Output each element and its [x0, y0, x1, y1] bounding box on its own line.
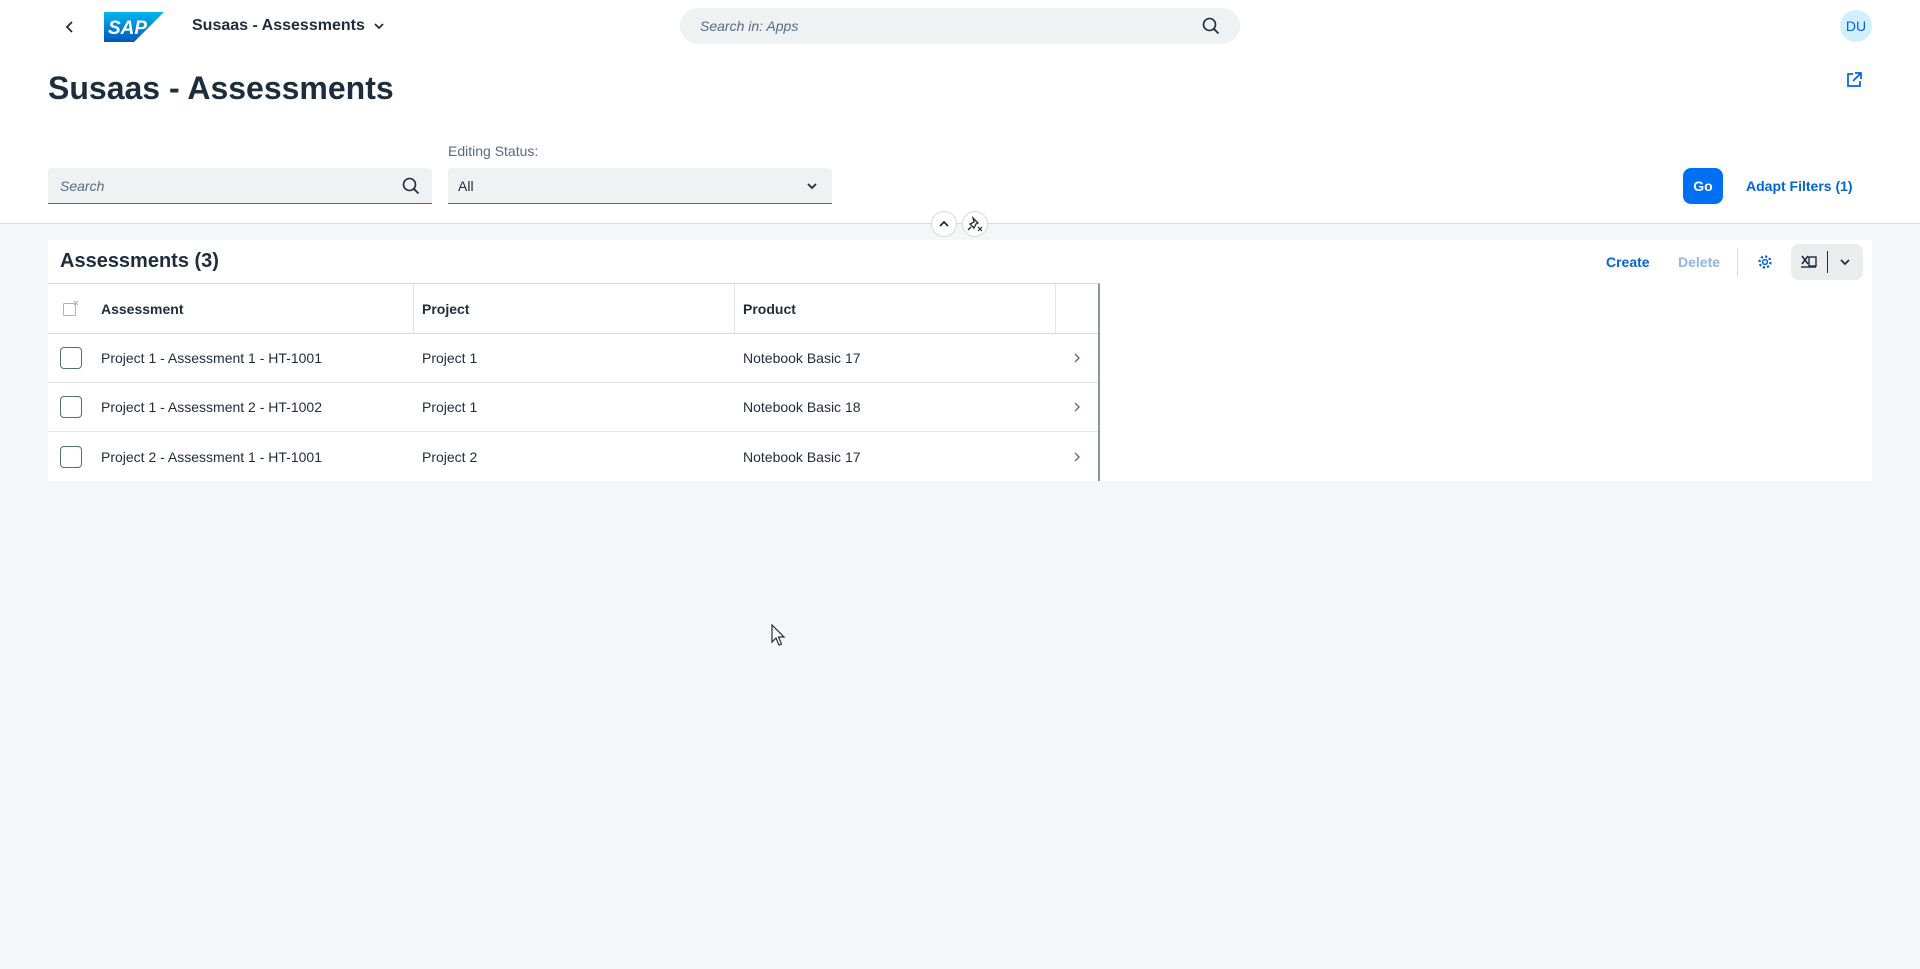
cell-product: Notebook Basic 17 [743, 448, 861, 465]
page-title: Susaas - Assessments [48, 70, 394, 106]
filter-search [48, 168, 432, 204]
chevron-down-icon [807, 182, 817, 189]
table-settings-button[interactable] [1749, 246, 1781, 278]
back-icon [65, 21, 73, 33]
app-title: Susaas - Assessments [192, 17, 365, 34]
delete-button[interactable]: Delete [1670, 246, 1728, 278]
row-select-cell [48, 383, 93, 431]
collapse-icon [939, 220, 949, 227]
table-row[interactable]: Project 1 - Assessment 2 - HT-1002 Proje… [48, 383, 1098, 432]
row-select-cell [48, 432, 93, 481]
cell-product: Notebook Basic 17 [743, 350, 861, 366]
filter-search-input[interactable] [60, 177, 402, 194]
sap-logo-text: SAP [108, 18, 147, 39]
assessments-table-panel: Assessments (3) Create Delete Assessment… [48, 240, 1872, 481]
cell-assessment: Project 1 - Assessment 1 - HT-1001 [101, 350, 322, 366]
cell-project: Project 2 [422, 448, 478, 465]
export-button[interactable] [1791, 244, 1827, 280]
toolbar-separator [1737, 248, 1738, 276]
navigation-arrow-icon [1074, 402, 1080, 412]
excel-export-icon [1800, 255, 1817, 268]
share-button[interactable] [1842, 68, 1866, 92]
export-split-button [1791, 244, 1863, 280]
chevron-down-icon [374, 23, 384, 30]
editing-status-label: Editing Status: [448, 143, 539, 159]
mouse-cursor-icon [771, 624, 786, 646]
table-row[interactable]: Project 2 - Assessment 1 - HT-1001 Proje… [48, 432, 1098, 481]
collapse-header-button[interactable] [931, 211, 957, 237]
cell-assessment: Project 2 - Assessment 1 - HT-1001 [101, 448, 322, 465]
assessments-table: Assessment Project Product Project 1 - A… [48, 283, 1100, 481]
table-title: Assessments (3) [60, 250, 219, 272]
row-select-cell [48, 334, 93, 382]
pin-icon [967, 216, 983, 232]
adapt-filters-button[interactable]: Adapt Filters (1) [1736, 168, 1863, 204]
shell-bar: SAP Susaas - Assessments DU [0, 0, 1920, 52]
navigation-arrow-icon [1074, 353, 1080, 363]
cell-project: Project 1 [422, 350, 478, 366]
create-button[interactable]: Create [1598, 246, 1658, 278]
search-icon[interactable] [1202, 17, 1220, 35]
go-button[interactable]: Go [1683, 168, 1723, 204]
row-navigation[interactable] [1056, 383, 1098, 431]
sap-logo: SAP [104, 12, 164, 42]
row-checkbox[interactable] [59, 347, 82, 369]
row-checkbox[interactable] [59, 396, 82, 418]
shell-search [680, 8, 1240, 44]
search-icon[interactable] [402, 177, 420, 195]
select-all-cell[interactable] [48, 284, 93, 333]
editing-status-value: All [458, 177, 474, 194]
share-icon [1847, 72, 1862, 87]
chevron-down-icon [1840, 259, 1850, 266]
settings-icon [1758, 255, 1772, 269]
table-header: Assessment Project Product [48, 284, 1098, 334]
column-header-product[interactable]: Product [735, 284, 1056, 333]
user-avatar[interactable]: DU [1840, 10, 1872, 42]
back-button[interactable] [56, 13, 84, 41]
row-checkbox[interactable] [59, 445, 82, 468]
column-header-project[interactable]: Project [414, 284, 735, 333]
row-navigation[interactable] [1056, 334, 1098, 382]
column-header-assessment[interactable]: Assessment [93, 284, 414, 333]
page-header: Susaas - Assessments Editing Status: All… [0, 52, 1920, 224]
pin-header-button[interactable] [962, 211, 988, 237]
editing-status-select[interactable]: All [448, 168, 832, 204]
navigation-arrow-icon [1074, 452, 1080, 461]
app-title-menu[interactable]: Susaas - Assessments [192, 14, 385, 38]
shell-search-input[interactable] [700, 18, 1202, 34]
clear-selection-icon [62, 300, 78, 316]
cell-product: Notebook Basic 18 [743, 399, 861, 415]
cell-project: Project 1 [422, 399, 478, 415]
table-row[interactable]: Project 1 - Assessment 1 - HT-1001 Proje… [48, 334, 1098, 383]
column-header-navigation [1056, 284, 1098, 333]
cell-assessment: Project 1 - Assessment 2 - HT-1002 [101, 399, 322, 415]
export-menu-button[interactable] [1827, 244, 1863, 280]
row-navigation[interactable] [1056, 432, 1098, 481]
